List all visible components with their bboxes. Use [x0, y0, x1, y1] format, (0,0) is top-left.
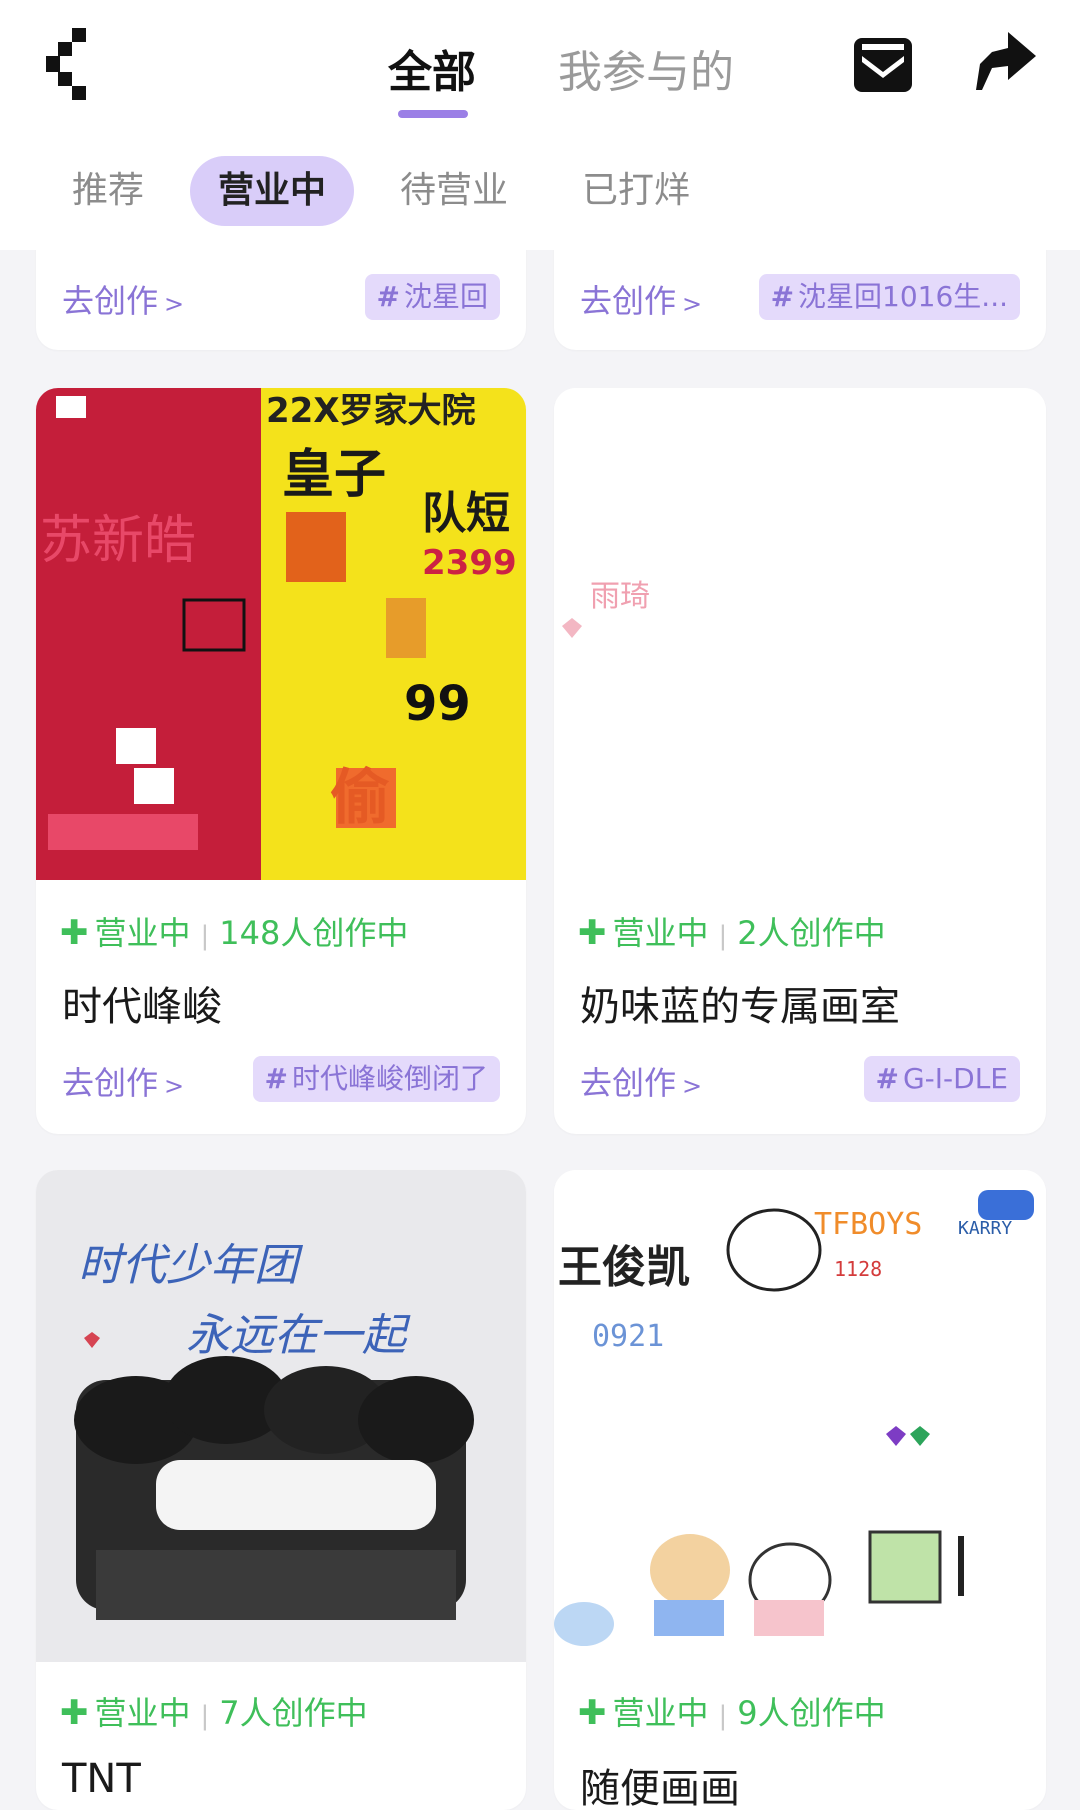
art-text: 皇子 [282, 445, 386, 505]
art-text: 22X罗家大院 [266, 391, 476, 431]
filter-recommended[interactable]: 推荐 [44, 156, 172, 226]
room-card[interactable]: 时代少年团 永远在一起 ✚ 营业中 | 7人创作中 TNT [36, 1170, 526, 1810]
tab-participated[interactable]: 我参与的 [558, 36, 734, 100]
card-title: TNT [62, 1756, 141, 1802]
status-plus-icon: ✚ [578, 1693, 607, 1733]
pixel-art-thumbnail: 王俊凯 TFBOYS KARRY 1128 0921 [554, 1170, 1046, 1662]
tab-all[interactable]: 全部 [388, 36, 476, 100]
card-title: 奶味蓝的专属画室 [580, 984, 900, 1030]
create-link[interactable]: 去创作 > [580, 276, 702, 322]
active-tab-indicator [398, 110, 468, 118]
pixel-art-thumbnail: 苏新皓 22X罗家大院 皇子 队短 2399 偷 99 [36, 388, 526, 880]
status-plus-icon: ✚ [60, 1693, 89, 1733]
art-text: 时代少年团 [78, 1240, 304, 1291]
room-card[interactable]: 雨琦 ✚ 营业中 | 2人创作中 奶味蓝的专属画室 去创作 > # G-I-DLE [554, 388, 1046, 1134]
filter-upcoming[interactable]: 待营业 [372, 156, 536, 226]
art-text: 队短 [422, 488, 510, 539]
art-text: 永远在一起 [186, 1310, 411, 1361]
art-text: 偷 [330, 763, 390, 833]
card-title: 随便画画 [580, 1766, 740, 1810]
art-text: 1128 [834, 1257, 882, 1281]
topic-tag[interactable]: # G-I-DLE [863, 1056, 1020, 1102]
inbox-icon[interactable] [848, 30, 918, 100]
share-icon[interactable] [970, 28, 1040, 98]
back-arrow-icon[interactable] [44, 26, 104, 106]
art-text: 苏新皓 [40, 511, 196, 571]
create-link[interactable]: 去创作 > [62, 1058, 184, 1104]
art-text: 2399 [422, 543, 517, 583]
topic-tag[interactable]: # 时代峰峻倒闭了 [252, 1056, 500, 1102]
pixel-art-thumbnail: 时代少年团 永远在一起 [36, 1170, 526, 1662]
pixel-art-thumbnail: 雨琦 [554, 388, 1046, 880]
status-plus-icon: ✚ [60, 913, 89, 953]
status-row: ✚ 营业中 | 9人创作中 [578, 1693, 886, 1733]
room-card[interactable]: 苏新皓 22X罗家大院 皇子 队短 2399 偷 99 ✚ 营业中 | 148人创作中… [36, 388, 526, 1134]
card-title: 时代峰峻 [62, 984, 222, 1030]
create-link[interactable]: 去创作 > [580, 1058, 702, 1104]
status-plus-icon: ✚ [578, 913, 607, 953]
filter-open[interactable]: 营业中 [190, 156, 355, 226]
status-row: ✚ 营业中 | 7人创作中 [60, 1693, 368, 1733]
room-card[interactable]: 王俊凯 TFBOYS KARRY 1128 0921 ✚ 营业中 | 9人创作中 随便… [554, 1170, 1046, 1810]
status-row: ✚ 营业中 | 2人创作中 [578, 913, 886, 953]
status-row: ✚ 营业中 | 148人创作中 [60, 913, 409, 953]
top-header: 全部 我参与的 推荐 营业中 待营业 已打烊 [0, 0, 1080, 250]
create-link[interactable]: 去创作 > [62, 276, 184, 322]
art-text: KARRY [958, 1218, 1012, 1239]
art-text: 0921 [592, 1319, 664, 1354]
art-text: TFBOYS [814, 1207, 922, 1242]
art-text: 99 [404, 676, 471, 732]
topic-tag[interactable]: # 沈星回1016生... [758, 274, 1020, 320]
art-text: 王俊凯 [558, 1242, 690, 1293]
filter-closed[interactable]: 已打烊 [554, 156, 718, 226]
art-text: 雨琦 [590, 579, 650, 614]
topic-tag[interactable]: # 沈星回 [364, 274, 500, 320]
